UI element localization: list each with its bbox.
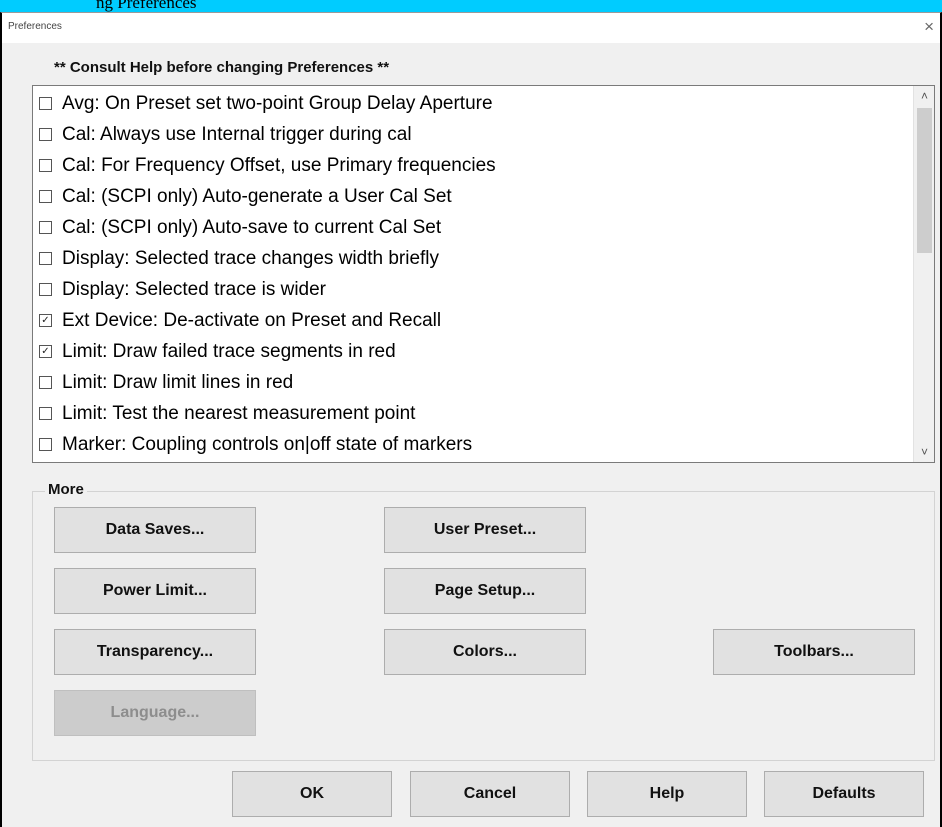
cancel-button[interactable]: Cancel [410, 771, 570, 817]
pref-item-label: Cal: (SCPI only) Auto-save to current Ca… [62, 216, 442, 238]
checkbox-icon[interactable] [39, 438, 52, 451]
pref-item-label: Limit: Draw failed trace segments in red [62, 340, 396, 362]
vertical-scrollbar[interactable]: ˄ ˅ [913, 86, 934, 462]
pref-item-limit-nearest-point[interactable]: Limit: Test the nearest measurement poin… [33, 398, 913, 429]
checkbox-icon[interactable] [39, 221, 52, 234]
pref-item-cal-auto-generate[interactable]: Cal: (SCPI only) Auto-generate a User Ca… [33, 181, 913, 212]
checkbox-icon[interactable]: ✓ [39, 345, 52, 358]
top-banner-text: ng Preferences [96, 0, 197, 12]
checkbox-icon[interactable]: ✓ [39, 314, 52, 327]
pref-item-label: Display: Selected trace changes width br… [62, 247, 440, 269]
checkbox-icon[interactable] [39, 252, 52, 265]
pref-item-label: Avg: On Preset set two-point Group Delay… [62, 92, 493, 114]
help-button[interactable]: Help [587, 771, 747, 817]
checkbox-icon[interactable] [39, 407, 52, 420]
consult-help-notice: ** Consult Help before changing Preferen… [54, 59, 390, 76]
pref-item-limit-lines-red[interactable]: Limit: Draw limit lines in red [33, 367, 913, 398]
scroll-down-icon[interactable]: ˅ [914, 442, 934, 462]
dialog-title: Preferences [8, 21, 62, 32]
more-group-label: More [45, 481, 87, 498]
user-preset-button[interactable]: User Preset... [384, 507, 586, 553]
pref-item-limit-failed-red[interactable]: ✓ Limit: Draw failed trace segments in re… [33, 336, 913, 367]
transparency-button[interactable]: Transparency... [54, 629, 256, 675]
pref-item-display-width-briefly[interactable]: Display: Selected trace changes width br… [33, 243, 913, 274]
pref-item-label: Ext Device: De-activate on Preset and Re… [62, 309, 442, 331]
pref-item-label: Cal: Always use Internal trigger during … [62, 123, 412, 145]
preferences-items: Avg: On Preset set two-point Group Delay… [33, 88, 913, 460]
pref-item-label: Limit: Draw limit lines in red [62, 371, 294, 393]
pref-item-display-trace-wider[interactable]: Display: Selected trace is wider [33, 274, 913, 305]
preferences-dialog: Preferences × ** Consult Help before cha… [0, 12, 942, 827]
checkbox-icon[interactable] [39, 159, 52, 172]
language-button: Language... [54, 690, 256, 736]
checkbox-icon[interactable] [39, 376, 52, 389]
dialog-titlebar: Preferences × [2, 13, 940, 43]
pref-item-ext-device[interactable]: ✓ Ext Device: De-activate on Preset and R… [33, 305, 913, 336]
pref-item-cal-internal-trigger[interactable]: Cal: Always use Internal trigger during … [33, 119, 913, 150]
close-icon[interactable]: × [924, 18, 934, 35]
defaults-button[interactable]: Defaults [764, 771, 924, 817]
pref-item-label: Display: Selected trace is wider [62, 278, 326, 300]
data-saves-button[interactable]: Data Saves... [54, 507, 256, 553]
scroll-thumb[interactable] [917, 108, 932, 253]
top-banner: ng Preferences [0, 0, 942, 12]
pref-item-marker-coupling[interactable]: Marker: Coupling controls on|off state o… [33, 429, 913, 460]
pref-item-cal-frequency-offset[interactable]: Cal: For Frequency Offset, use Primary f… [33, 150, 913, 181]
pref-item-label: Limit: Test the nearest measurement poin… [62, 402, 416, 424]
checkbox-icon[interactable] [39, 283, 52, 296]
checkbox-icon[interactable] [39, 97, 52, 110]
pref-item-cal-auto-save[interactable]: Cal: (SCPI only) Auto-save to current Ca… [33, 212, 913, 243]
pref-item-avg-group-delay[interactable]: Avg: On Preset set two-point Group Delay… [33, 88, 913, 119]
pref-item-label: Marker: Coupling controls on|off state o… [62, 433, 473, 455]
power-limit-button[interactable]: Power Limit... [54, 568, 256, 614]
scroll-up-icon[interactable]: ˄ [914, 86, 934, 106]
checkbox-icon[interactable] [39, 190, 52, 203]
toolbars-button[interactable]: Toolbars... [713, 629, 915, 675]
ok-button[interactable]: OK [232, 771, 392, 817]
page-setup-button[interactable]: Page Setup... [384, 568, 586, 614]
checkbox-icon[interactable] [39, 128, 52, 141]
colors-button[interactable]: Colors... [384, 629, 586, 675]
pref-item-label: Cal: (SCPI only) Auto-generate a User Ca… [62, 185, 452, 207]
pref-item-label: Cal: For Frequency Offset, use Primary f… [62, 154, 496, 176]
preferences-list[interactable]: Avg: On Preset set two-point Group Delay… [32, 85, 935, 463]
